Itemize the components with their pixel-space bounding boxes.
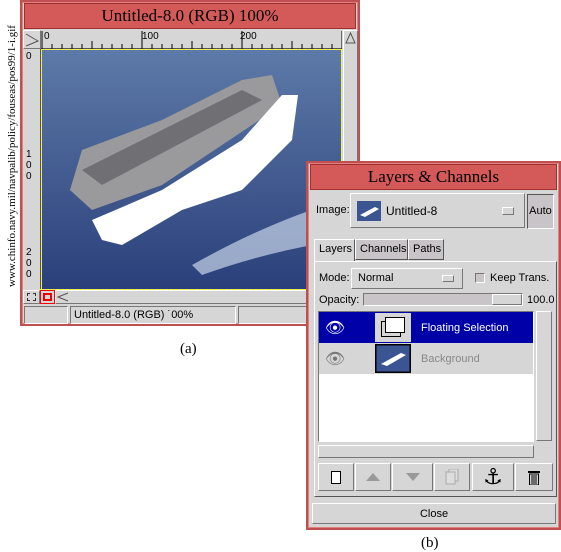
window-title: Untitled-8.0 (RGB) 100% xyxy=(24,3,356,29)
image-thumbnail xyxy=(357,200,381,221)
ruler-label: 100 xyxy=(26,149,32,182)
quickmask-on-button[interactable] xyxy=(40,290,55,304)
quickmask-off-button[interactable] xyxy=(23,290,40,304)
layer-thumbnail xyxy=(375,313,411,342)
ruler-label: 0 xyxy=(26,51,32,62)
lower-layer-button[interactable] xyxy=(392,463,433,491)
delete-layer-button[interactable] xyxy=(515,463,553,491)
keep-trans-label: Keep Trans. xyxy=(490,272,550,284)
auto-button[interactable]: Auto xyxy=(527,194,554,229)
new-layer-icon xyxy=(331,470,341,484)
tab-label: Layers xyxy=(319,243,353,255)
dropdown-icon xyxy=(442,275,454,282)
close-label: Close xyxy=(419,508,449,520)
layer-name: Floating Selection xyxy=(421,321,509,334)
opacity-slider[interactable] xyxy=(363,293,523,306)
layers-window: Layers & Channels Image: Untitled-8 Auto… xyxy=(306,161,561,530)
slider-handle[interactable] xyxy=(492,294,522,305)
ruler-label: 200 xyxy=(240,31,257,42)
ruler-left: 0 100 200 xyxy=(23,49,41,289)
layer-row-floating-selection[interactable]: 👁︎ Floating Selection xyxy=(319,312,533,343)
raise-layer-button[interactable] xyxy=(355,463,391,491)
tabs: Layers Channels Paths xyxy=(314,239,556,263)
caption-b: (b) xyxy=(421,535,439,551)
anchor-layer-button[interactable]: ⚓︎ xyxy=(472,463,514,491)
layers-vertical-scrollbar[interactable] xyxy=(536,311,552,441)
trash-icon xyxy=(528,470,540,485)
layer-row-background[interactable]: 👁︎ Background xyxy=(319,343,533,374)
menu-arrow-button[interactable] xyxy=(23,30,41,49)
tab-channels[interactable]: Channels xyxy=(355,239,408,260)
tab-paths[interactable]: Paths xyxy=(408,239,444,260)
dropdown-icon xyxy=(502,207,514,215)
image-value: Untitled-8 xyxy=(386,203,438,218)
source-url: www.chinfo.navy.mil/navpalib/policy/fous… xyxy=(6,25,18,287)
duplicate-layer-button[interactable] xyxy=(434,463,470,491)
arrow-up-icon xyxy=(366,473,380,481)
image-label: Image: xyxy=(316,204,350,216)
image-select[interactable]: Untitled-8 xyxy=(350,193,525,228)
keep-trans-checkbox[interactable] xyxy=(475,273,485,283)
ruler-label: 200 xyxy=(26,247,32,280)
ruler-label: 100 xyxy=(142,31,159,42)
eye-icon[interactable]: 👁︎ xyxy=(323,318,347,338)
layer-buttons: ⚓︎ xyxy=(318,463,554,491)
layer-thumbnail xyxy=(375,344,411,373)
layers-list: 👁︎ Floating Selection 👁︎ Background xyxy=(318,311,534,442)
layer-name: Background xyxy=(421,352,480,365)
ruler-label: 0 xyxy=(44,31,50,42)
status-bar: Untitled-8.0 (RGB) ˙00% xyxy=(70,306,236,324)
opacity-value: 100.0 xyxy=(527,294,555,306)
ruler-top: 0 100 200 xyxy=(41,30,343,49)
close-button[interactable]: Close xyxy=(312,503,556,524)
tab-label: Channels xyxy=(360,243,407,255)
window-title: Layers & Channels xyxy=(310,164,557,190)
status-left xyxy=(24,306,68,324)
mode-value: Normal xyxy=(358,272,394,284)
new-layer-button[interactable] xyxy=(318,463,354,491)
duplicate-icon xyxy=(445,469,459,485)
layers-horizontal-scrollbar[interactable] xyxy=(318,445,534,458)
auto-label: Auto xyxy=(529,205,552,217)
eye-icon[interactable]: 👁︎ xyxy=(323,349,347,369)
tab-label: Paths xyxy=(413,243,442,255)
layers-panel: Mode: Normal Keep Trans. Opacity: 100.0 … xyxy=(314,261,557,497)
opacity-label: Opacity: xyxy=(319,294,360,306)
tab-layers[interactable]: Layers xyxy=(314,239,355,262)
mode-select[interactable]: Normal xyxy=(351,268,463,289)
mode-label: Mode: xyxy=(319,272,350,284)
status-text: Untitled-8.0 (RGB) ˙00% xyxy=(74,309,194,321)
caption-a: (a) xyxy=(180,341,197,357)
arrow-down-icon xyxy=(405,473,420,481)
canvas[interactable] xyxy=(41,49,342,290)
